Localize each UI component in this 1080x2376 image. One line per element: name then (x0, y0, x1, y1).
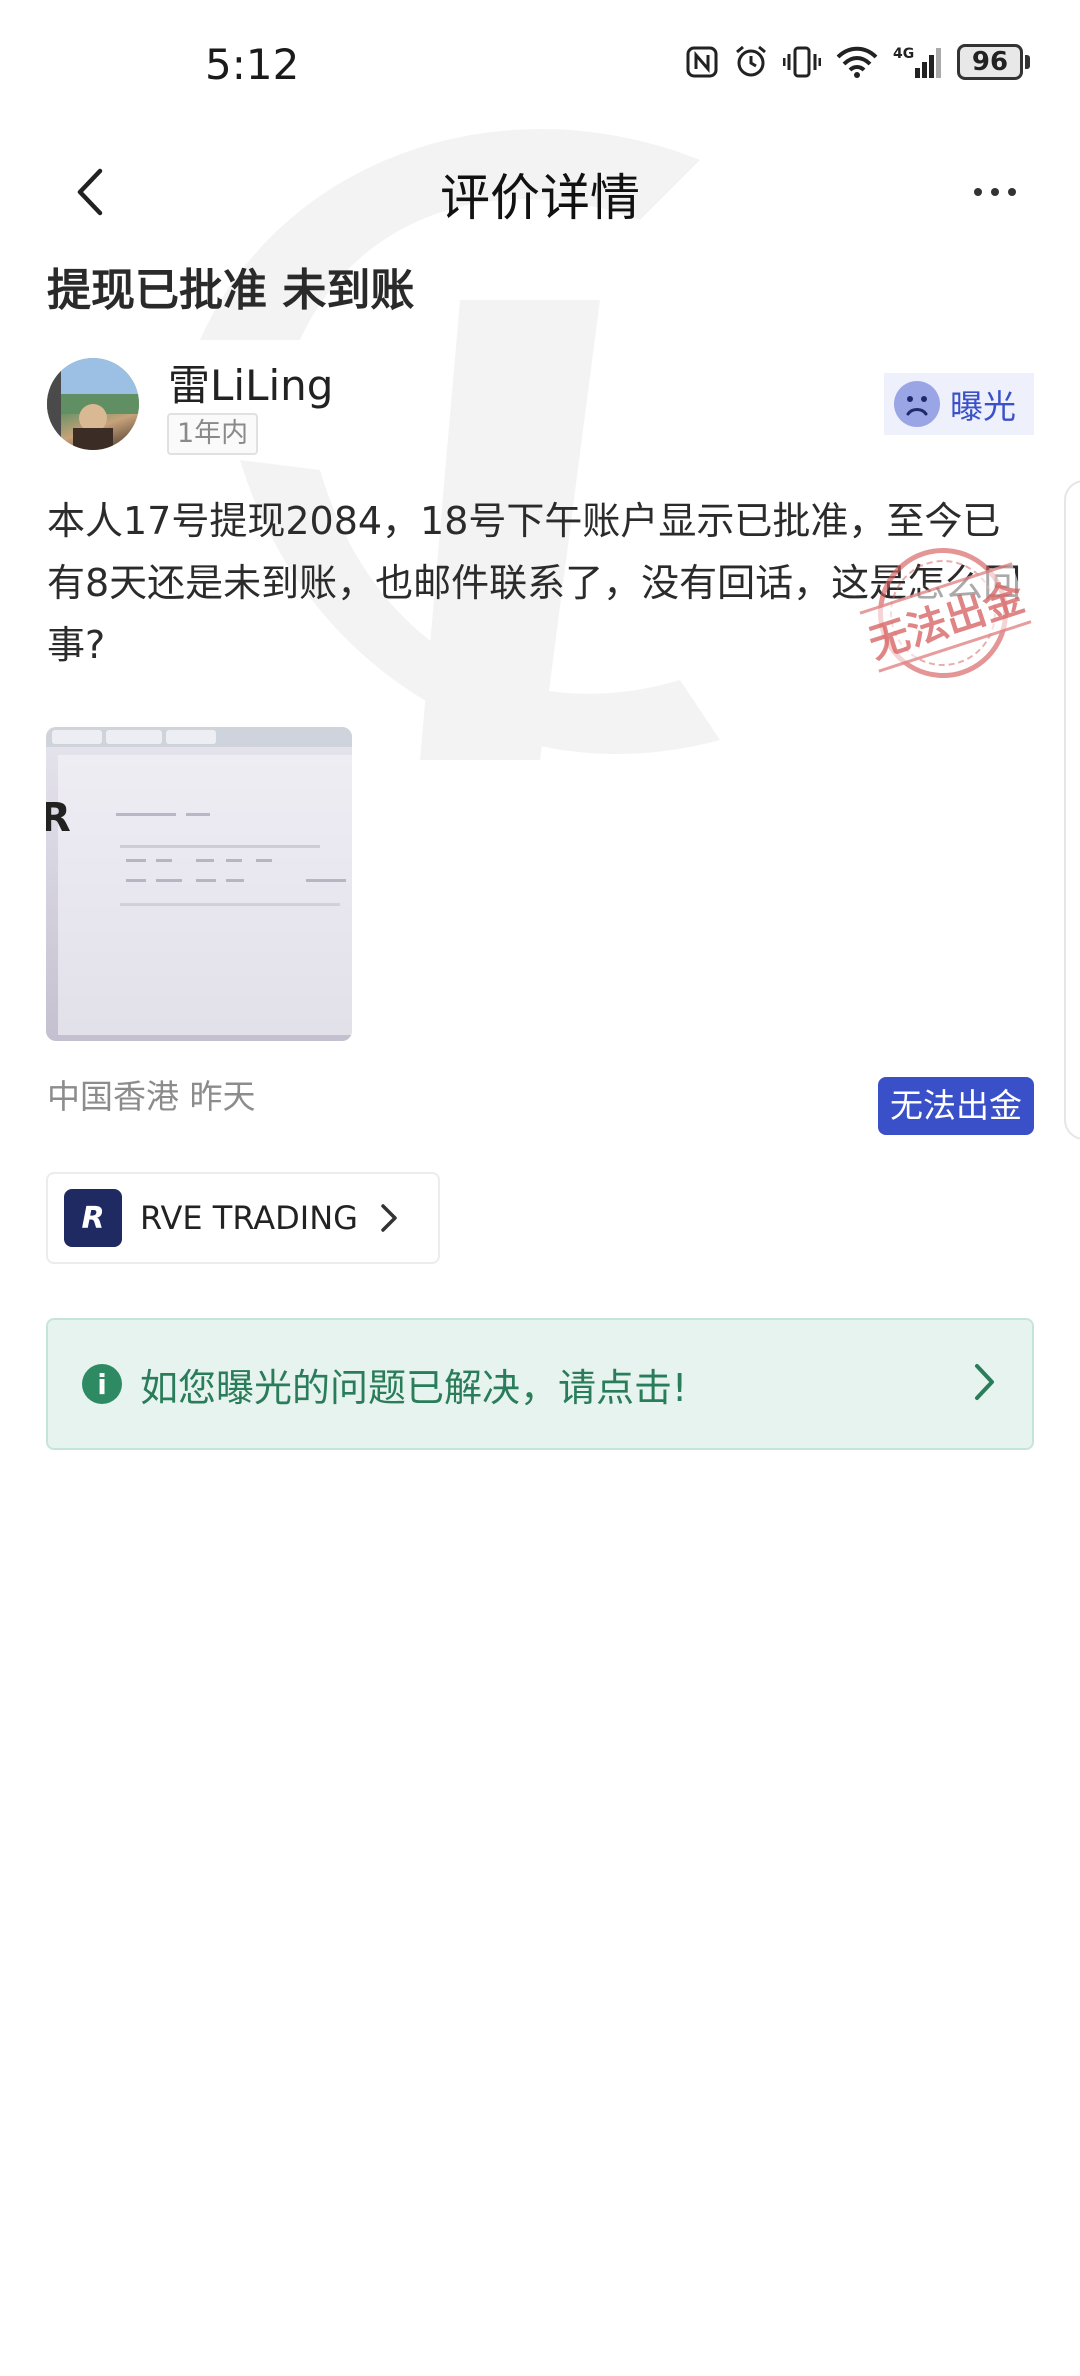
post-body: 本人17号提现2084，18号下午账户显示已批准，至今已有8天还是未到账，也邮件… (47, 499, 1022, 667)
status-badge: 无法出金 (878, 1077, 1034, 1135)
vibrate-icon (783, 46, 821, 78)
company-logo: R (64, 1189, 122, 1247)
chevron-right-icon (380, 1203, 398, 1233)
info-icon: i (82, 1364, 122, 1404)
post-title: 提现已批准 未到账 (47, 265, 415, 316)
alarm-icon (736, 45, 766, 77)
resolved-banner-text: 如您曝光的问题已解决，请点击! (140, 1365, 688, 1410)
nav-bar: 评价详情 (0, 140, 1080, 250)
svg-text:4G: 4G (893, 46, 914, 62)
status-icons: 4G 96 (685, 44, 1030, 80)
side-panel-edge[interactable] (1064, 480, 1080, 1140)
signal-4g-icon: 4G (893, 46, 941, 78)
expose-tag: 曝光 (884, 373, 1034, 435)
status-time: 5:12 (205, 40, 300, 89)
attached-photo[interactable]: R (46, 727, 352, 1041)
wifi-icon (836, 46, 878, 78)
more-horizontal-icon (974, 188, 1016, 196)
photo-logo-fragment: R (46, 795, 71, 841)
company-name: RVE TRADING (140, 1199, 358, 1237)
avatar[interactable] (47, 358, 139, 450)
resolved-banner[interactable]: i 如您曝光的问题已解决，请点击! (46, 1318, 1034, 1450)
battery-icon: 96 (957, 44, 1030, 80)
author-name[interactable]: 雷LiLing (168, 352, 333, 413)
nfc-icon (686, 46, 718, 78)
battery-level: 96 (957, 44, 1023, 80)
sad-face-icon (894, 381, 940, 427)
status-bar: 5:12 4G 96 (0, 0, 1080, 140)
company-card[interactable]: R RVE TRADING (46, 1172, 440, 1264)
page-title: 评价详情 (440, 169, 640, 227)
time-badge: 1年内 (167, 413, 259, 455)
location-time: 中国香港 昨天 (47, 1077, 256, 1116)
chevron-right-icon (974, 1362, 996, 1406)
avatar-image (47, 358, 139, 450)
expose-tag-label: 曝光 (950, 387, 1016, 426)
more-button[interactable] (960, 162, 1030, 222)
